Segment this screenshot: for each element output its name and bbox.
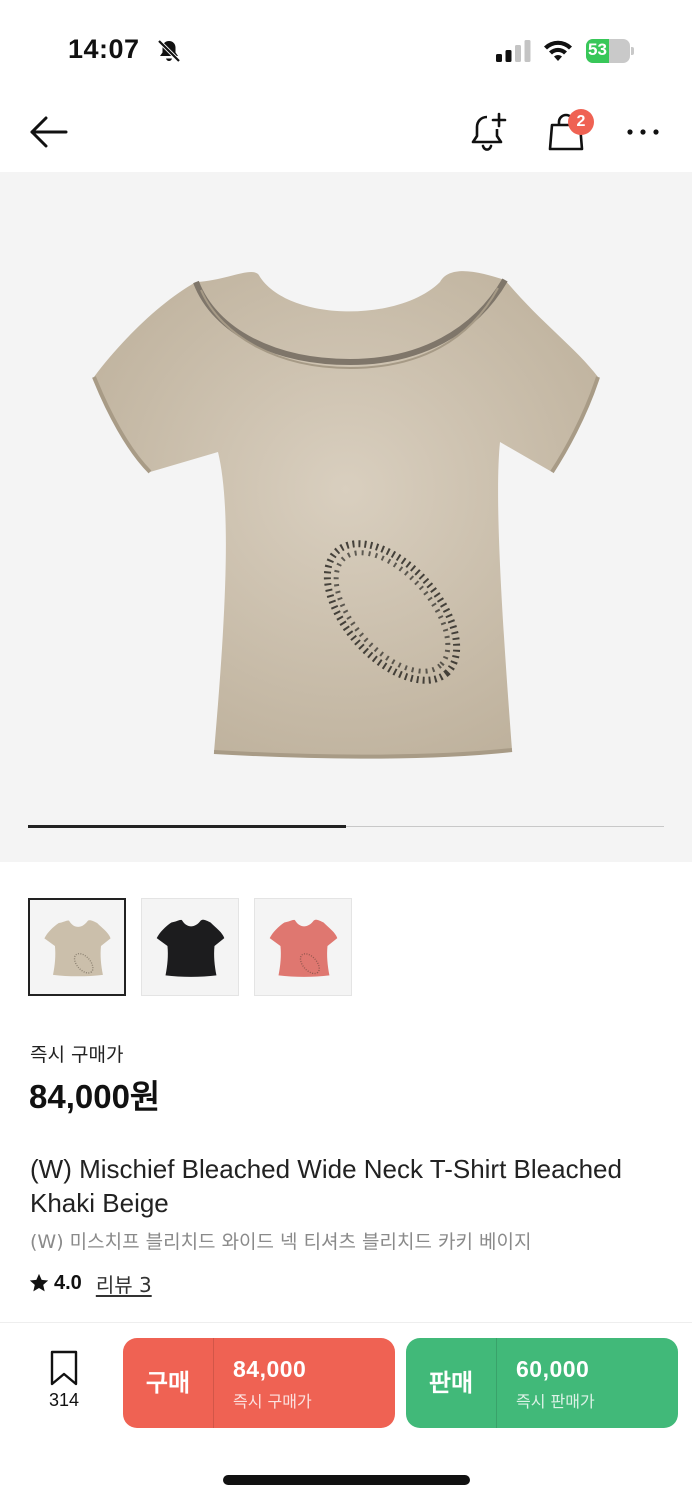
battery-indicator: 53 [586, 39, 634, 63]
variant-thumbnail-khaki-beige[interactable] [28, 898, 126, 996]
sell-button[interactable]: 판매 60,000 즉시 판매가 [406, 1338, 678, 1428]
carousel-progress-bar [28, 825, 346, 828]
variant-tshirt-image [156, 919, 225, 977]
cart-count-badge: 2 [568, 109, 594, 135]
variant-tshirt-shape [269, 919, 338, 977]
variant-tshirt-shape [44, 920, 111, 977]
variant-tshirt-image [44, 920, 111, 977]
product-image [92, 271, 600, 759]
product-image-carousel[interactable] [0, 172, 692, 862]
sell-price: 60,000 [516, 1356, 590, 1382]
variant-thumbnail-black[interactable] [141, 898, 239, 996]
shopping-bag-button[interactable]: 2 [546, 109, 596, 153]
back-arrow-icon[interactable] [28, 113, 70, 151]
bell-muted-icon [157, 39, 181, 63]
review-link[interactable]: 리뷰 3 [96, 1269, 152, 1298]
sell-label: 판매 [428, 1369, 474, 1397]
buy-price-caption: 즉시 구매가 [233, 1392, 312, 1411]
status-time: 14:07 [68, 34, 140, 64]
buy-button[interactable]: 구매 84,000 즉시 구매가 [123, 1338, 395, 1428]
instant-buy-price: 84,000원 [29, 1078, 161, 1115]
bottom-bar-divider [0, 1322, 692, 1323]
rating-row: 4.0 리뷰 3 [28, 1268, 152, 1298]
battery-level: 53 [588, 40, 607, 59]
variant-thumbnail-pink[interactable] [254, 898, 352, 996]
bookmark-icon [50, 1350, 78, 1386]
wifi-icon [544, 40, 572, 61]
bookmark-button[interactable]: 314 [40, 1350, 88, 1420]
rating-value: 4.0 [54, 1271, 82, 1294]
sell-price-caption: 즉시 판매가 [516, 1392, 595, 1411]
home-indicator [223, 1475, 470, 1485]
cellular-signal-icon [496, 40, 531, 62]
star-icon [29, 1273, 49, 1292]
instant-buy-price-label: 즉시 구매가 [30, 1044, 124, 1066]
product-title-korean: (W) 미스치프 블리치드 와이드 넥 티셔츠 블리치드 카키 베이지 [30, 1231, 532, 1253]
buy-price: 84,000 [233, 1356, 307, 1382]
buy-label: 구매 [145, 1369, 191, 1397]
carousel-progress-track [28, 825, 664, 828]
variant-tshirt-shape [156, 919, 225, 977]
more-icon[interactable] [624, 117, 664, 147]
bookmark-count: 314 [48, 1390, 80, 1410]
status-bar: 14:07 53 [0, 0, 692, 90]
product-title-english: (W) Mischief Bleached Wide Neck T-Shirt … [30, 1154, 622, 1218]
variant-tshirt-image [269, 919, 338, 977]
top-navigation: 2 [0, 95, 692, 170]
bell-plus-icon[interactable] [468, 111, 508, 153]
